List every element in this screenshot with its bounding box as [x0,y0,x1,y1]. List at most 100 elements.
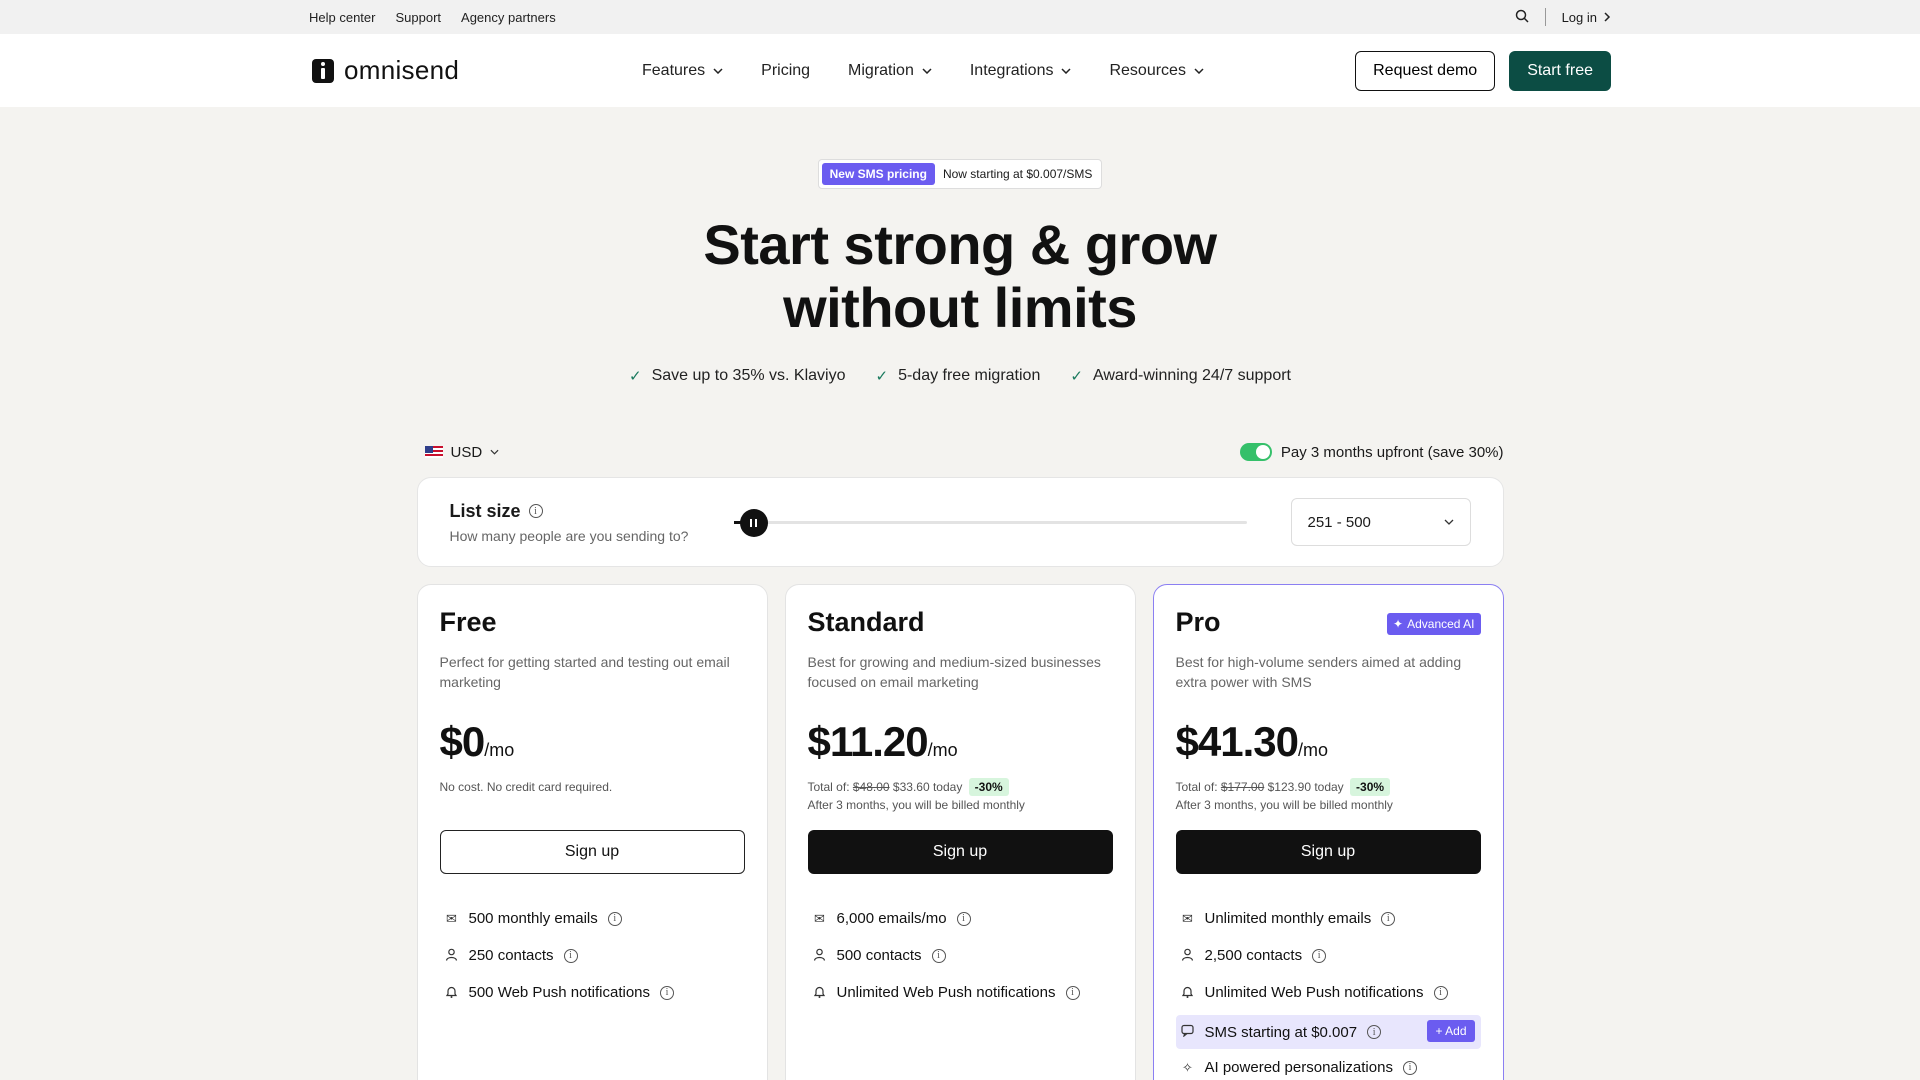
plan-description: Perfect for getting started and testing … [439,654,730,690]
info-icon[interactable]: i [1433,985,1448,1000]
plan-card-standard: Standard Best for growing and medium-siz… [784,584,1136,1080]
nav-menu: Features Pricing Migration Integrations … [642,62,1204,80]
feature-text: AI powered personalizations [1204,1059,1393,1076]
promo-badge: New SMS pricing [821,163,935,185]
person-icon [813,948,827,964]
hero-point: ✓ 5-day free migration [875,367,1040,385]
plan-price: $41.30 /mo [1176,718,1481,766]
person-icon [445,948,459,964]
list-size-subtitle: How many people are you sending to? [449,527,689,544]
nav-item-label: Pricing [761,61,811,79]
feature-item-sms: SMS starting at $0.007 i + Add [1175,1015,1481,1049]
login-label: Log in [1561,9,1597,25]
list-size-dropdown[interactable]: 251 - 500 [1290,498,1471,546]
sign-up-button[interactable]: Sign up [807,830,1113,874]
price-note: Total of: $48.00 $33.60 today -30% After… [808,778,1113,814]
hero-point-text: Save up to 35% vs. Klaviyo [651,367,846,384]
hero: New SMS pricing Now starting at $0.007/S… [0,107,1920,385]
agency-partners-link[interactable]: Agency partners [461,10,556,25]
promo-text: Now starting at $0.007/SMS [942,167,1093,181]
feature-text: Unlimited Web Push notifications [836,984,1056,1001]
feature-item: ✉ 500 monthly emails i [440,900,745,937]
chevron-down-icon [1194,67,1204,74]
nav-item-resources[interactable]: Resources [1109,62,1204,80]
info-icon[interactable]: i [660,985,675,1000]
feature-text: 2,500 contacts [1204,947,1303,964]
price-unit: /mo [484,740,515,760]
info-icon[interactable]: i [931,948,946,963]
nav-item-migration[interactable]: Migration [848,62,932,80]
support-link[interactable]: Support [395,10,441,25]
pay-upfront-toggle[interactable] [1239,443,1272,461]
feature-list: ✉ Unlimited monthly emails i 2,500 conta… [1175,900,1481,1080]
plan-card-free: Free Perfect for getting started and tes… [416,584,768,1080]
logo-mark-icon [312,58,334,83]
toggle-label: Pay 3 months upfront (save 30%) [1280,443,1504,461]
old-total: $48.00 [852,780,890,794]
feature-text: Unlimited Web Push notifications [1204,984,1424,1001]
plan-description: Best for high-volume senders aimed at ad… [1175,654,1462,690]
info-icon[interactable]: i [1402,1060,1417,1075]
check-icon: ✓ [629,368,642,385]
us-flag-icon [424,446,443,458]
envelope-icon: ✉ [1182,910,1193,926]
pricing-controls: USD Pay 3 months upfront (save 30%) [417,443,1504,461]
chevron-down-icon [713,67,723,74]
price-note: Total of: $177.00 $123.90 today -30% Aft… [1176,778,1481,814]
list-size-text: List size i How many people are you send… [450,501,689,544]
list-size-slider[interactable] [733,509,1247,537]
add-sms-button[interactable]: + Add [1427,1020,1475,1042]
feature-item: ✉ Unlimited monthly emails i [1176,900,1481,937]
nav-item-pricing[interactable]: Pricing [761,62,810,80]
nav-item-integrations[interactable]: Integrations [970,62,1072,80]
currency-selector[interactable]: USD [424,444,500,461]
login-link[interactable]: Log in [1562,10,1611,25]
sign-up-button[interactable]: Sign up [1175,830,1481,874]
envelope-icon: ✉ [814,910,825,926]
nav-item-label: Migration [848,61,914,79]
main-nav: omnisend Features Pricing Migration Inte… [0,34,1920,107]
logo-text: omnisend [344,55,460,85]
info-icon[interactable]: i [528,504,543,518]
feature-item: 500 contacts i [808,937,1113,974]
request-demo-button[interactable]: Request demo [1355,50,1496,91]
info-icon[interactable]: i [1312,948,1327,963]
feature-item: 250 contacts i [440,937,745,974]
discount-badge: -30% [968,778,1009,796]
chevron-right-icon [1604,12,1611,22]
billing-note: After 3 months, you will be billed month… [1175,798,1393,812]
feature-list: ✉ 500 monthly emails i 250 contacts i 50… [440,900,745,1011]
person-icon [1181,948,1195,964]
utility-right: Log in [1515,8,1611,26]
list-size-panel: List size i How many people are you send… [416,477,1504,567]
list-size-heading: List size [449,500,521,521]
list-size-value: 251 - 500 [1307,513,1371,531]
upfront-toggle-group: Pay 3 months upfront (save 30%) [1239,443,1504,461]
info-icon[interactable]: i [1367,1025,1382,1039]
page-title: Start strong & grow without limits [0,213,1920,339]
bell-icon [813,985,827,1001]
info-icon[interactable]: i [1065,985,1080,1000]
feature-item: ✉ 6,000 emails/mo i [808,900,1113,937]
sparkle-icon: ✦ [1393,617,1404,631]
price-note: No cost. No credit card required. [439,780,613,794]
search-icon[interactable] [1515,9,1529,26]
badge-label: Advanced AI [1407,617,1475,631]
sms-promo-banner[interactable]: New SMS pricing Now starting at $0.007/S… [817,159,1103,189]
info-icon[interactable]: i [956,911,971,926]
info-icon[interactable]: i [607,911,622,926]
nav-item-features[interactable]: Features [642,62,723,80]
help-center-link[interactable]: Help center [309,10,375,25]
price-unit: /mo [1297,740,1328,760]
slider-handle[interactable] [739,509,768,537]
hero-point: ✓ Award-winning 24/7 support [1070,367,1291,385]
start-free-button[interactable]: Start free [1509,50,1611,91]
omnisend-logo[interactable]: omnisend [312,55,459,86]
sign-up-button[interactable]: Sign up [439,830,745,874]
info-icon[interactable]: i [1381,911,1396,926]
chevron-down-icon [922,67,932,74]
hero-point-text: 5-day free migration [898,367,1041,384]
price-value: $0 [439,718,486,765]
info-icon[interactable]: i [563,948,578,963]
feature-list: ✉ 6,000 emails/mo i 500 contacts i Unlim… [808,900,1113,1011]
